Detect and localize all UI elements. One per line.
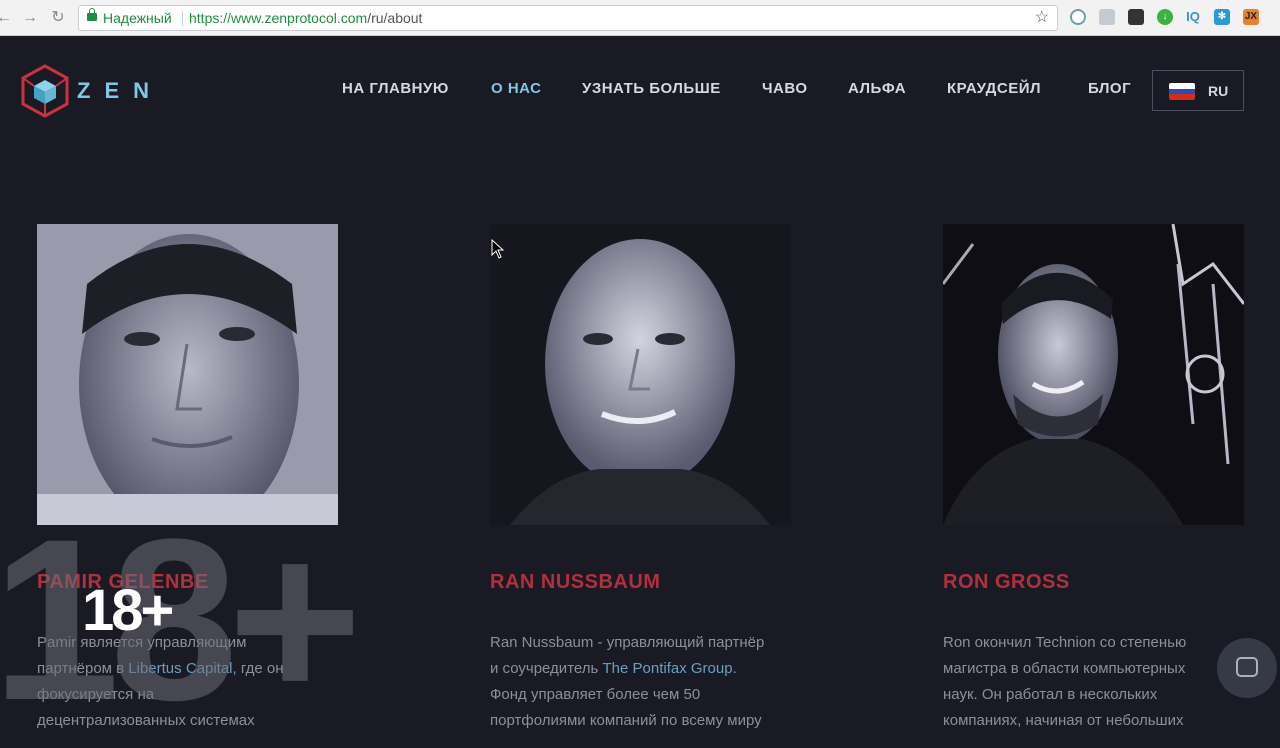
- url-host: https://www.zenprotocol.com: [189, 10, 368, 26]
- language-selector[interactable]: RU: [1152, 70, 1244, 111]
- bio-line: и соучредитель The Pontifax Group.: [490, 656, 790, 682]
- russia-flag-icon: [1169, 83, 1195, 100]
- bio-line: Фонд управляет более чем 50: [490, 686, 701, 703]
- nav-alpha[interactable]: АЛЬФА: [848, 80, 906, 97]
- lock-icon: [87, 8, 97, 21]
- mouse-cursor-icon: [491, 239, 505, 259]
- nav-home[interactable]: НА ГЛАВНУЮ: [342, 80, 449, 97]
- jx-extension-icon[interactable]: JX: [1243, 9, 1259, 25]
- zen-logo-icon[interactable]: [20, 64, 70, 118]
- chat-widget-button[interactable]: [1217, 638, 1277, 698]
- chat-icon: [1236, 657, 1258, 677]
- back-icon[interactable]: ←: [0, 8, 14, 28]
- language-label: RU: [1208, 83, 1229, 99]
- browser-toolbar: ← → ↻ Надежный https://www.zenprotocol.c…: [0, 0, 1280, 36]
- age-rating-badge: 18+: [82, 578, 174, 643]
- nav-blog[interactable]: БЛОГ: [1088, 80, 1131, 97]
- dropbox-icon[interactable]: [1099, 9, 1115, 25]
- photo-ran-nussbaum: [490, 224, 791, 525]
- address-bar[interactable]: Надежный https://www.zenprotocol.com/ru/…: [78, 5, 1058, 31]
- pontifax-group-link[interactable]: The Pontifax Group: [602, 660, 732, 677]
- url-text[interactable]: https://www.zenprotocol.com/ru/about: [189, 6, 422, 30]
- iq-extension-icon[interactable]: IQ: [1185, 9, 1201, 25]
- bio-line: портфолиями компаний по всему миру: [490, 712, 762, 729]
- secure-label: Надежный: [103, 10, 172, 26]
- bio-line: компаниях, начиная от небольших: [943, 712, 1184, 729]
- reload-icon[interactable]: ↻: [48, 8, 68, 28]
- nav-crowdsale[interactable]: КРАУДСЕЙЛ: [947, 80, 1041, 97]
- nav-about[interactable]: О НАС: [491, 80, 541, 97]
- photo-pamir-gelenbe: [37, 224, 338, 525]
- bio-line: Ran Nussbaum - управляющий партнёр: [490, 634, 765, 651]
- member-name: RON GROSS: [943, 571, 1070, 593]
- bio-text: .: [732, 660, 737, 677]
- bio-text: и соучредитель: [490, 660, 603, 677]
- omnibox-divider: [182, 11, 183, 26]
- member-bio: Ron окончил Technion со степенью магистр…: [943, 630, 1243, 734]
- paw-extension-icon[interactable]: [1128, 9, 1144, 25]
- age-rating-watermark: 18+: [0, 491, 362, 748]
- member-name: RAN NUSSBAUM: [490, 571, 661, 593]
- member-bio: Ran Nussbaum - управляющий партнёр и соу…: [490, 630, 790, 734]
- download-extension-icon[interactable]: ↓: [1157, 9, 1173, 25]
- nav-faq[interactable]: ЧАВО: [762, 80, 808, 97]
- bookmark-star-icon[interactable]: ☆: [1035, 6, 1049, 30]
- photo-ron-gross: [943, 224, 1244, 525]
- snowflake-extension-icon[interactable]: ✻: [1214, 9, 1230, 25]
- extension-icon[interactable]: [1070, 9, 1086, 25]
- bio-line: наук. Он работал в нескольких: [943, 686, 1158, 703]
- url-path: /ru/about: [367, 10, 423, 26]
- nav-learn-more[interactable]: УЗНАТЬ БОЛЬШЕ: [582, 80, 721, 97]
- forward-icon[interactable]: →: [20, 8, 40, 28]
- bio-line: магистра в области компьютерных: [943, 660, 1186, 677]
- bio-line: Ron окончил Technion со степенью: [943, 634, 1187, 651]
- logo-text[interactable]: ZEN: [77, 78, 163, 104]
